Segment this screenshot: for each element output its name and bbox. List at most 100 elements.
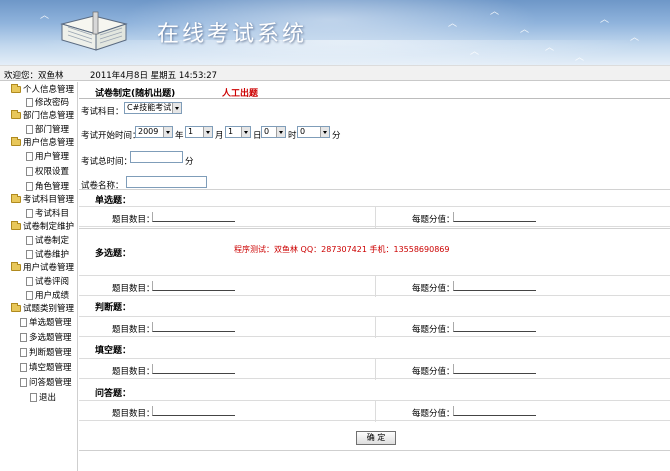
count-label: 题目数目： [112,284,155,294]
sidebar-item-label: 用户管理 [35,152,70,162]
folder-icon [11,84,21,93]
subject-select[interactable]: C#技能考试 [124,102,182,114]
sidebar-item-label: 用户成绩 [35,291,70,301]
document-icon [20,318,27,327]
header-banner: 在线考试系统 ︿ ︿ ︿ ︿ ︿ ︿ ︿ ︿ ︿ [0,0,670,65]
sidebar-item-change-password[interactable]: 修改密码 [26,97,69,109]
document-icon [20,333,27,342]
document-icon [30,393,37,402]
month-select-value: 1 [188,127,194,136]
document-icon [26,236,33,245]
hour-select-value: 0 [264,127,270,136]
sidebar-item-paper-maintain[interactable]: 试卷制定维护 [11,221,74,233]
score-input[interactable] [453,322,536,332]
divider [79,98,670,99]
sidebar-item-personal-info[interactable]: 个人信息管理 [11,84,74,96]
question-config-row: 题目数目： 每题分值： [79,316,670,338]
sidebar-item-paper-edit[interactable]: 试卷维护 [26,249,69,261]
count-input[interactable] [152,364,235,374]
count-label: 题目数目： [112,325,155,335]
chevron-down-icon [276,127,285,137]
document-icon [20,378,27,387]
developer-notice: 程序测试：双鱼林 QQ：287307421 手机：13558690869 [234,245,450,254]
section-single-choice [79,189,670,190]
document-icon [26,209,33,218]
sidebar-item-label: 试题类别管理 [23,304,75,314]
sidebar-item-user-manage[interactable]: 用户管理 [26,151,69,163]
subject-label: 考试科目： [81,107,124,117]
score-label: 每题分值： [412,325,455,335]
sidebar-item-label: 权限设置 [35,167,70,177]
sidebar-item-label: 试卷制定 [35,236,70,246]
sidebar-item-qa[interactable]: 问答题管理 [20,377,72,389]
sidebar-item-subject-manage[interactable]: 考试科目管理 [11,194,74,206]
sidebar-item-subjects[interactable]: 考试科目 [26,208,69,220]
year-unit: 年 [175,131,184,141]
sidebar-item-label: 判断题管理 [29,348,72,358]
sidebar-item-department-manage[interactable]: 部门管理 [26,124,69,136]
count-label: 题目数目： [112,367,155,377]
sidebar-item-department-info[interactable]: 部门信息管理 [11,110,74,122]
seagull-icon: ︿ [470,47,480,57]
count-input[interactable] [152,322,235,332]
row-divider [375,359,376,380]
score-input[interactable] [453,212,536,222]
sidebar-item-user-papers[interactable]: 用户试卷管理 [11,262,74,274]
minute-select[interactable]: 0 [297,126,330,138]
sidebar-item-permissions[interactable]: 权限设置 [26,166,69,178]
score-input[interactable] [453,406,536,416]
question-config-row: 题目数目： 每题分值： [79,358,670,380]
section-title: 判断题： [95,303,132,313]
sidebar-item-label: 填空题管理 [29,363,72,373]
folder-icon [11,194,21,203]
sidebar-item-user-info[interactable]: 用户信息管理 [11,137,74,149]
sidebar-item-logout[interactable]: 退出 [30,392,56,404]
section-title: 问答题： [95,389,132,399]
count-input[interactable] [152,281,235,291]
document-icon [26,291,33,300]
sidebar-item-true-false[interactable]: 判断题管理 [20,347,72,359]
count-label: 题目数目： [112,215,155,225]
sidebar-nav: 个人信息管理 修改密码 部门信息管理 部门管理 用户信息管理 用户管理 权限设置… [0,82,78,471]
hour-select[interactable]: 0 [261,126,286,138]
score-input[interactable] [453,281,536,291]
divider [79,450,670,451]
sidebar-item-label: 试卷评阅 [35,277,70,287]
sidebar-item-label: 多选题管理 [29,333,72,343]
section-title: 单选题： [95,196,132,206]
folder-icon [11,137,21,146]
sidebar-item-user-scores[interactable]: 用户成绩 [26,290,69,302]
sidebar-item-roles[interactable]: 角色管理 [26,181,69,193]
month-select[interactable]: 1 [185,126,213,138]
chevron-down-icon [203,127,212,137]
day-select[interactable]: 1 [225,126,251,138]
sidebar-item-fill-blank[interactable]: 填空题管理 [20,362,72,374]
sidebar-item-label: 用户试卷管理 [23,263,75,273]
count-input[interactable] [152,212,235,222]
status-bar: 欢迎您：双鱼林 2011年4月8日 星期五 14:53:27 [0,65,670,81]
sidebar-item-multi-choice[interactable]: 多选题管理 [20,332,72,344]
row-divider [375,401,376,422]
sidebar-item-label: 部门信息管理 [23,111,75,121]
score-input[interactable] [453,364,536,374]
app-title: 在线考试系统 [157,22,308,47]
main-content: 试卷制定(随机出题) 人工出题 考试科目： C#技能考试 考试开始时间： 200… [79,82,670,471]
document-icon [26,167,33,176]
sidebar-item-label: 用户信息管理 [23,138,75,148]
subject-select-value: C#技能考试 [127,103,172,112]
sidebar-item-paper-review[interactable]: 试卷评阅 [26,276,69,288]
sidebar-item-label: 问答题管理 [29,378,72,388]
sidebar-item-paper-create[interactable]: 试卷制定 [26,235,69,247]
duration-input[interactable] [130,151,183,163]
document-icon [26,125,33,134]
year-select[interactable]: 2009 [135,126,173,138]
seagull-icon: ︿ [490,7,500,17]
chevron-down-icon [172,103,181,113]
sidebar-item-single-choice[interactable]: 单选题管理 [20,317,72,329]
submit-button[interactable]: 确 定 [356,431,396,445]
sidebar-item-question-types[interactable]: 试题类别管理 [11,303,74,315]
chevron-down-icon [241,127,250,137]
paper-name-input[interactable] [126,176,207,188]
count-input[interactable] [152,406,235,416]
row-divider [375,276,376,297]
